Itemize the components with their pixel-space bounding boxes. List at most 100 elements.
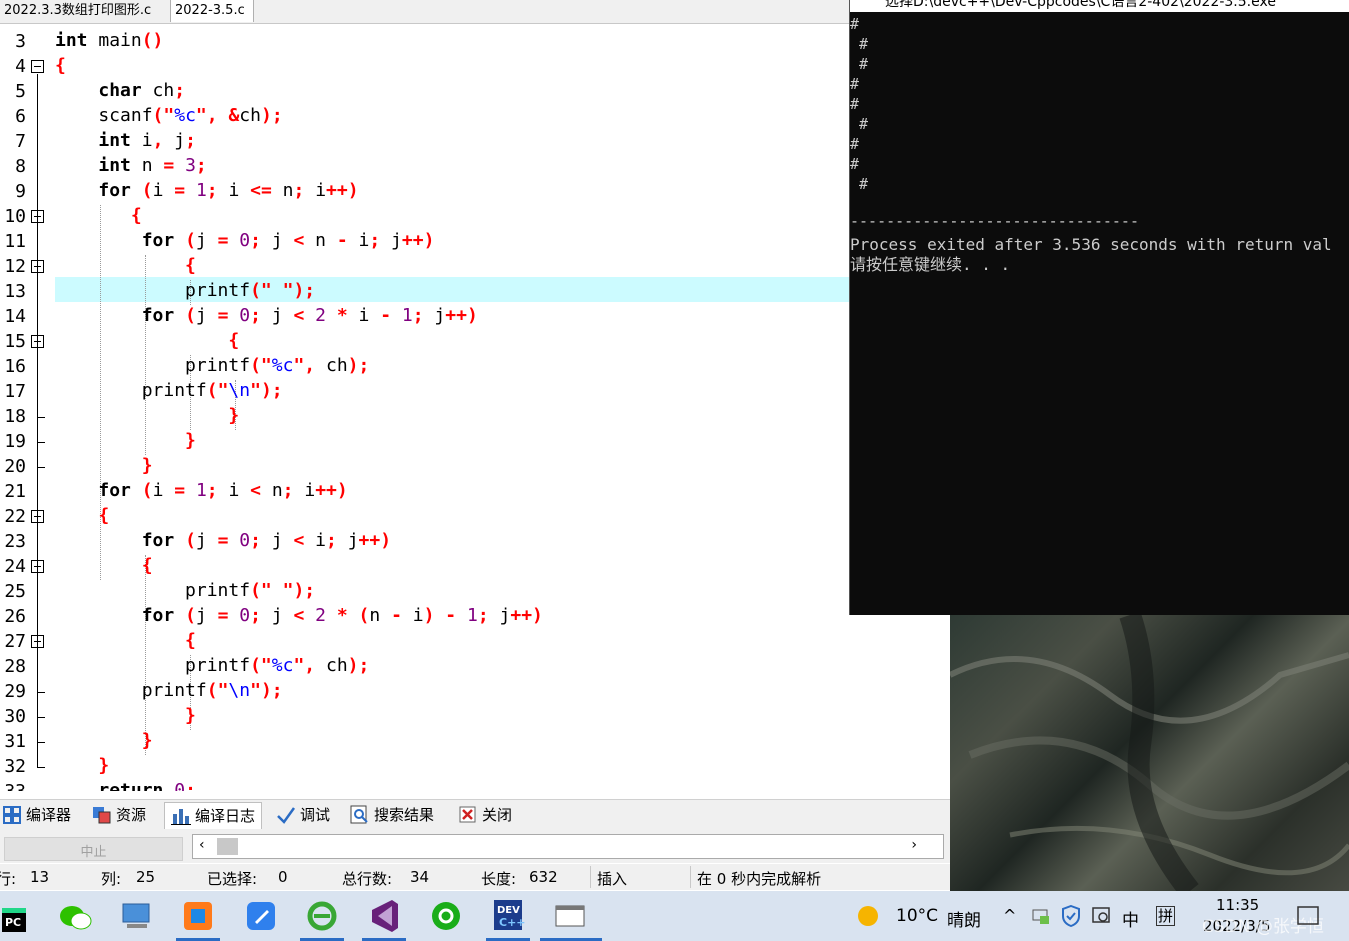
code-editor[interactable]: 3 4 5 6 7 8 9 10 11 12 13 14 15 16 17 18 19 20 21 22 23 24 25 2… [0,27,925,791]
weather-sun-icon[interactable] [855,903,881,929]
code-line[interactable]: { [55,503,109,528]
code-line[interactable]: printf(" "); [55,278,315,303]
ime-mode[interactable]: 拼 [1156,906,1176,926]
devcpp-icon[interactable]: DEV C++ [488,896,528,936]
code-line[interactable]: { [55,328,239,353]
ie-icon[interactable] [302,896,342,936]
tab-file-2022-3-5[interactable]: 2022-3.5.c [171,0,254,22]
code-line[interactable]: for (j = 0; j < n - i; j++) [55,228,435,253]
code-area[interactable]: int main(){ char ch; scanf("%c", &ch); i… [55,27,925,791]
status-divider [590,866,591,888]
code-line[interactable]: printf("\n"); [55,378,283,403]
line-number: 13 [4,281,26,302]
code-line[interactable]: { [55,553,153,578]
pycharm-icon[interactable]: PC [0,896,40,936]
code-line[interactable]: { [55,53,66,78]
code-line[interactable]: return 0; [55,778,196,791]
code-line[interactable]: printf(" "); [55,578,315,603]
code-line[interactable]: } [55,428,196,453]
code-line[interactable]: printf("%c", ch); [55,653,369,678]
temperature[interactable]: 10°C [896,906,938,926]
code-line[interactable]: } [55,753,109,778]
scrollbar-thumb[interactable] [217,838,238,855]
line-number: 12 [4,256,26,277]
code-line[interactable]: int main() [55,28,163,53]
horizontal-scrollbar[interactable]: ‹ › [192,834,944,859]
weather-text[interactable]: 晴朗 [947,906,981,931]
tab-compiler[interactable]: 编译器 [2,802,71,828]
line-number: 24 [4,556,26,577]
tab-debug[interactable]: 调试 [276,802,330,828]
code-line[interactable]: } [55,453,153,478]
taskbar: PC DEV C++ 10°C 晴朗 ^ 中 拼 11:35 2022/3/5 C… [0,891,1349,941]
status-bar: 行: 13 列: 25 已选择: 0 总行数: 34 长度: 632 插入 在 … [0,864,950,890]
compile-log-panel: 中止 ‹ › [0,830,950,863]
line-number: 15 [4,331,26,352]
wechat-icon[interactable] [55,896,95,936]
shield-icon[interactable] [1061,904,1081,928]
code-line[interactable]: for (j = 0; j < 2 * i - 1; j++) [55,303,478,328]
line-number: 17 [4,381,26,402]
code-line[interactable]: { [55,203,142,228]
code-line[interactable]: for (j = 0; j < 2 * (n - i) - 1; j++) [55,603,543,628]
console-window[interactable]: 选择D:\devc++\Dev-Cppcodes\C语言2-402\2022-3… [849,0,1349,615]
line-number: 29 [4,681,26,702]
code-line[interactable]: int n = 3; [55,153,206,178]
fold-line [37,74,38,767]
total-lines-value: 34 [410,868,430,886]
scroll-left-icon[interactable]: ‹ [199,837,205,853]
length-label: 长度: [481,870,517,888]
status-divider [690,866,691,888]
tab-label: 搜索结果 [374,806,435,824]
code-line[interactable]: char ch; [55,78,185,103]
search-icon [350,805,370,825]
computer-icon[interactable] [117,896,157,936]
notes-icon[interactable] [241,896,281,936]
display-icon[interactable] [1091,905,1113,927]
tab-file-2022-3-3[interactable]: 2022.3.3数组打印图形.c [0,0,171,22]
col-label: 列: [101,870,122,888]
line-number: 31 [4,731,26,752]
code-line[interactable]: } [55,403,239,428]
code-line[interactable]: } [55,703,196,728]
fold-end-marker [37,442,45,443]
line-number: 11 [4,231,26,252]
scroll-right-icon[interactable]: › [911,837,917,853]
office-icon[interactable] [178,896,218,936]
visual-studio-icon[interactable] [364,896,404,936]
abort-button[interactable]: 中止 [4,837,183,861]
window-icon[interactable] [550,896,590,936]
network-icon[interactable] [1031,906,1051,926]
green-app-icon[interactable] [426,896,466,936]
console-title-bar[interactable]: 选择D:\devc++\Dev-Cppcodes\C语言2-402\2022-3… [850,0,1349,12]
line-number: 26 [4,606,26,627]
console-separator: -------------------------------- [850,212,1139,230]
code-line[interactable]: scanf("%c", &ch); [55,103,282,128]
fold-end-marker [37,417,45,418]
code-line[interactable]: printf("\n"); [55,678,283,703]
fold-toggle-icon[interactable] [31,60,44,73]
tab-label: 关闭 [482,806,513,824]
line-number: 20 [4,456,26,477]
notification-icon[interactable] [1296,904,1320,928]
tab-resources[interactable]: 资源 [92,802,146,828]
code-line[interactable]: for (i = 1; i <= n; i++) [55,178,358,203]
code-line[interactable]: { [55,253,196,278]
code-line[interactable]: for (i = 1; i < n; i++) [55,478,347,503]
ime-language[interactable]: 中 [1122,906,1139,931]
tab-search-results[interactable]: 搜索结果 [350,802,434,828]
svg-text:DEV: DEV [497,905,520,916]
code-line[interactable]: } [55,728,153,753]
tab-compile-log[interactable]: 编译日志 [164,802,263,829]
code-line[interactable]: printf("%c", ch); [55,353,369,378]
line-number: 6 [15,106,26,127]
fold-end-marker [37,742,45,743]
grid-icon [2,805,22,825]
line-number-gutter: 3 4 5 6 7 8 9 10 11 12 13 14 15 16 17 18 19 20 21 22 23 24 25 2… [0,27,50,791]
tab-close[interactable]: 关闭 [458,802,512,828]
chevron-up-icon[interactable]: ^ [1003,906,1016,925]
line-number: 7 [15,131,26,152]
code-line[interactable]: int i, j; [55,128,196,153]
code-line[interactable]: { [55,628,196,653]
code-line[interactable]: for (j = 0; j < i; j++) [55,528,391,553]
